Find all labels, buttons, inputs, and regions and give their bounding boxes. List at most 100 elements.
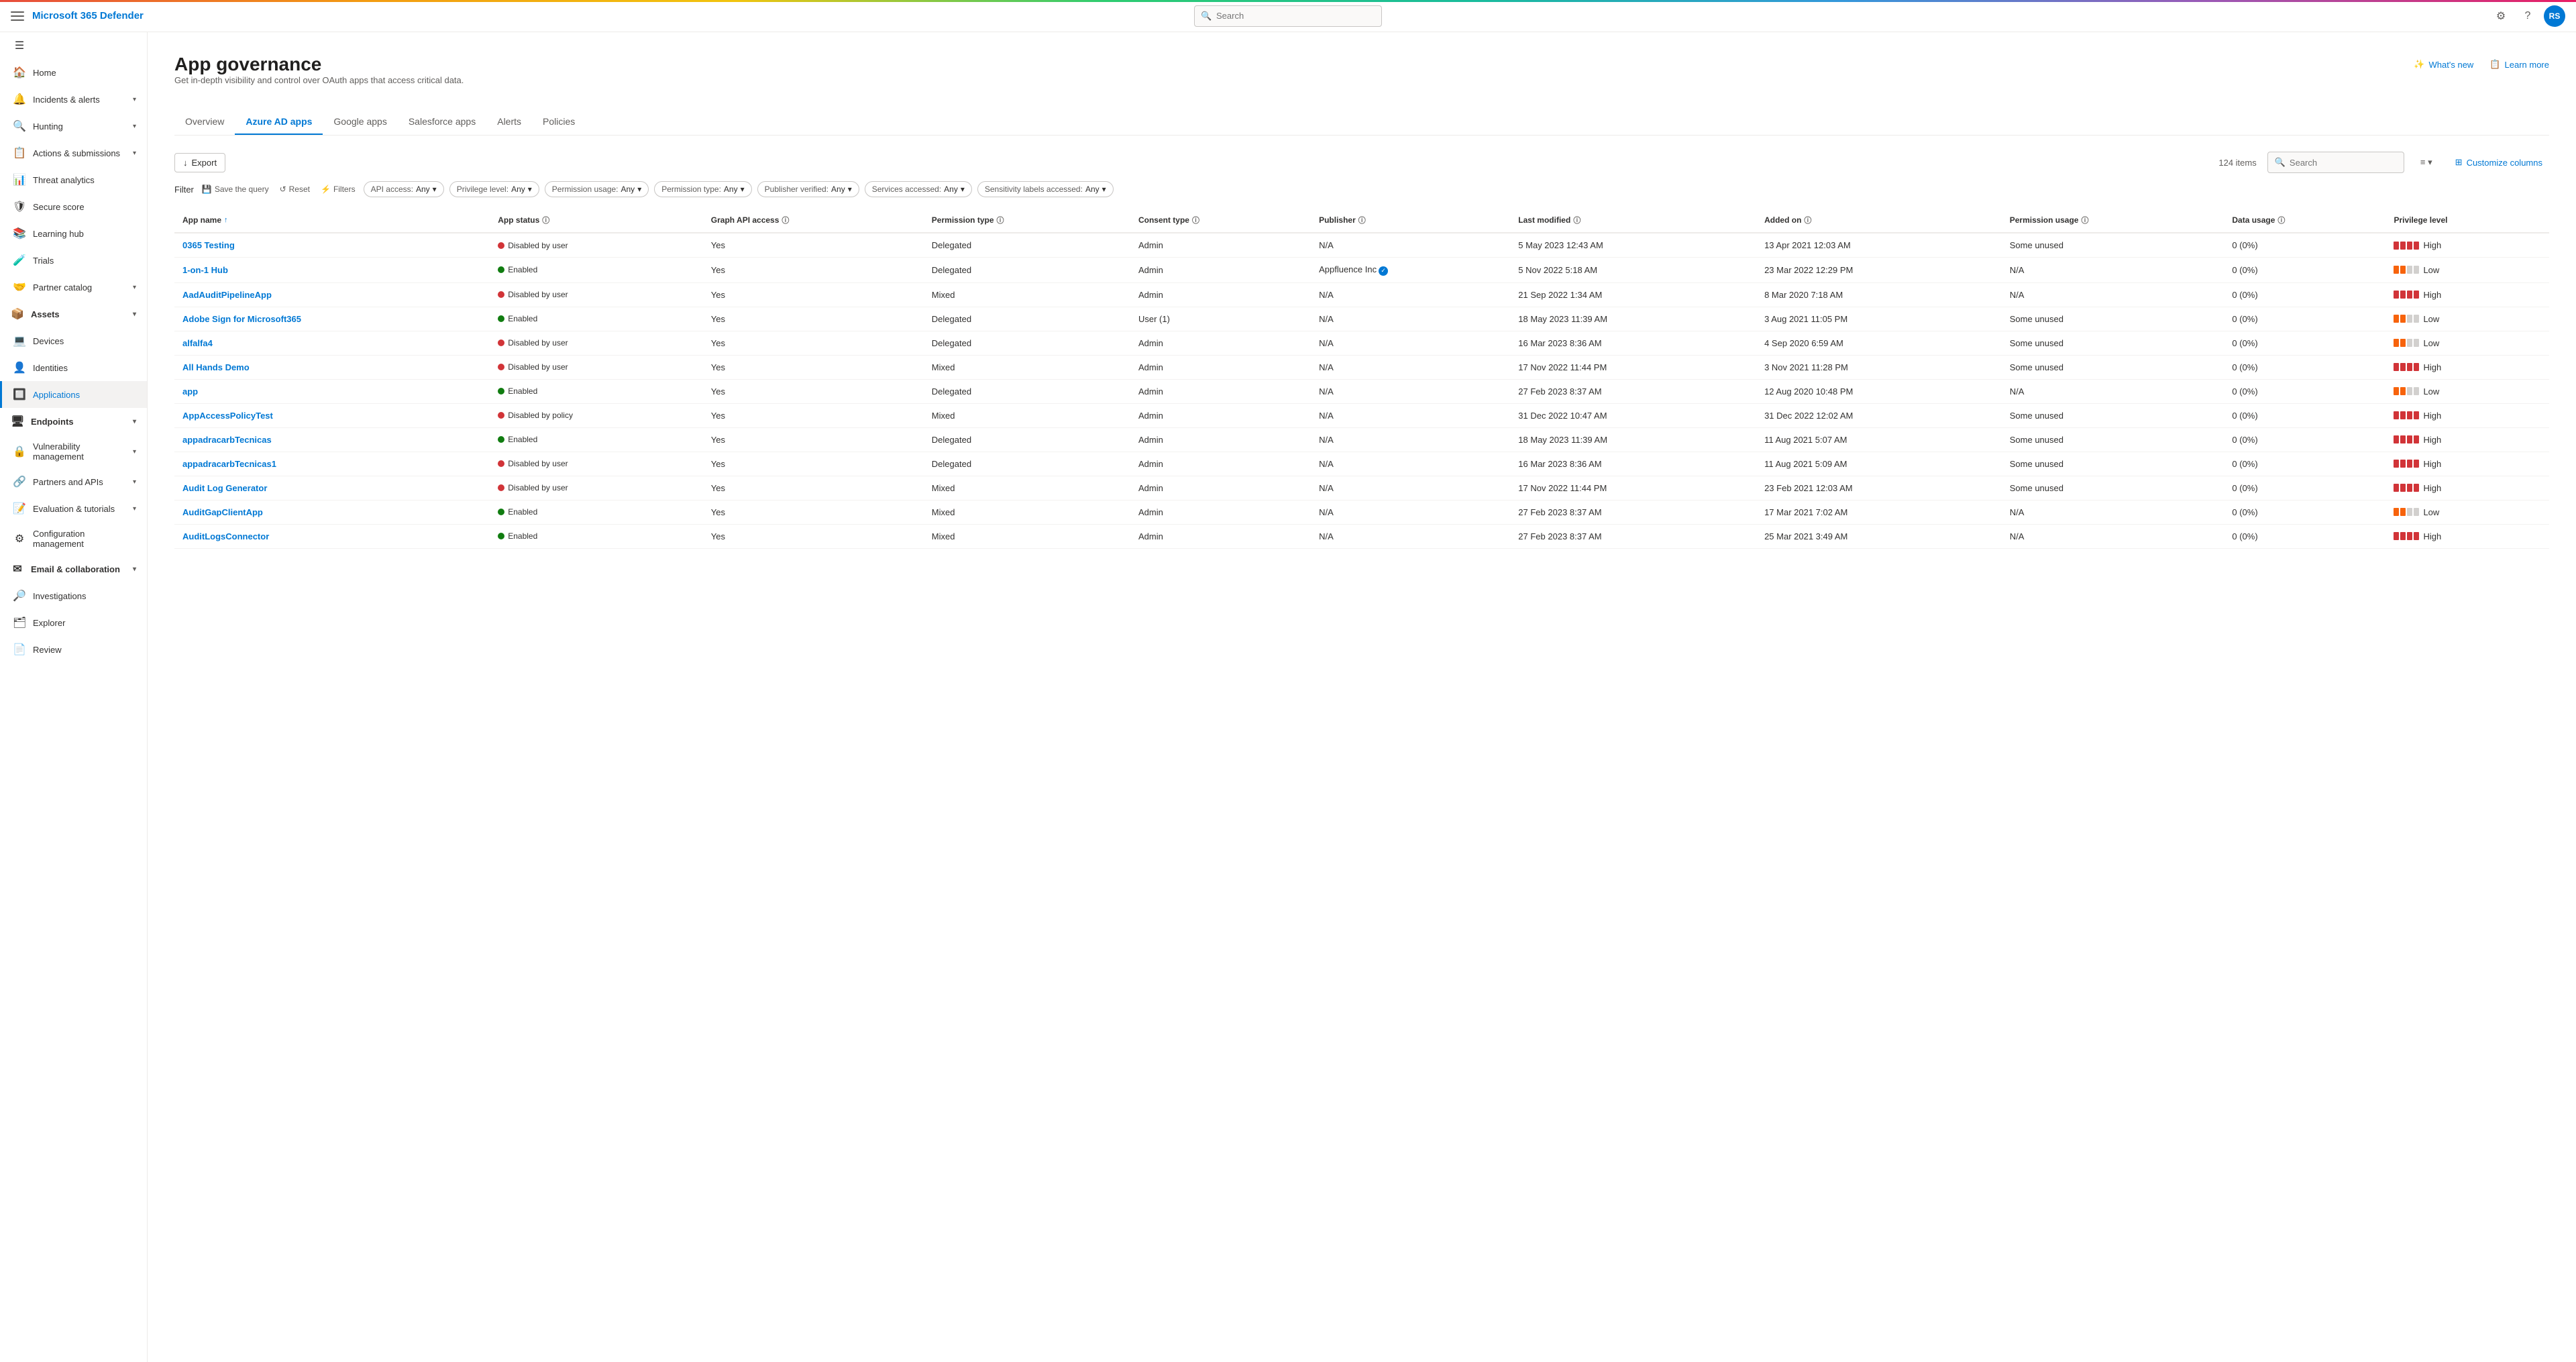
sidebar-item-review[interactable]: 📄 Review: [0, 636, 147, 663]
tab-alerts[interactable]: Alerts: [486, 109, 532, 135]
filter-api-access[interactable]: API access: Any ▾: [364, 181, 444, 197]
cell-perm-type: Delegated: [924, 331, 1130, 355]
cell-publisher: N/A: [1311, 524, 1510, 548]
status-dot: [498, 339, 504, 346]
filter-privilege-level[interactable]: Privilege level: Any ▾: [449, 181, 539, 197]
cell-last-modified: 17 Nov 2022 11:44 PM: [1510, 476, 1756, 500]
review-icon: 📄: [13, 643, 26, 656]
sidebar-item-investigations[interactable]: 🔎 Investigations: [0, 582, 147, 609]
filter-sensitivity-labels[interactable]: Sensitivity labels accessed: Any ▾: [977, 181, 1114, 197]
filter-services-accessed[interactable]: Services accessed: Any ▾: [865, 181, 972, 197]
cell-app-name[interactable]: appadracarbTecnicas1: [174, 452, 490, 476]
cell-app-name[interactable]: AadAuditPipelineApp: [174, 282, 490, 307]
bar-4: [2414, 339, 2419, 347]
reset-icon: ↺: [280, 185, 286, 194]
filters-button[interactable]: ⚡ Filters: [318, 183, 358, 195]
cell-perm-type: Mixed: [924, 476, 1130, 500]
tab-policies[interactable]: Policies: [532, 109, 586, 135]
tab-google-apps[interactable]: Google apps: [323, 109, 397, 135]
table-row: app Enabled Yes Delegated Admin N/A 27 F…: [174, 379, 2549, 403]
topbar-search-input[interactable]: [1194, 5, 1382, 27]
filter-permission-type[interactable]: Permission type: Any ▾: [654, 181, 751, 197]
cell-app-name[interactable]: AuditLogsConnector: [174, 524, 490, 548]
cell-app-name[interactable]: Adobe Sign for Microsoft365: [174, 307, 490, 331]
sidebar-item-config-mgmt[interactable]: ⚙ Configuration management: [0, 522, 147, 556]
cell-app-name[interactable]: AppAccessPolicyTest: [174, 403, 490, 427]
customize-columns-button[interactable]: ⊞ Customize columns: [2449, 153, 2549, 172]
col-header-permission-type[interactable]: Permission type ⓘ: [924, 208, 1130, 233]
sidebar-item-secure[interactable]: 🛡 Secure score: [0, 193, 147, 220]
filter-publisher-verified[interactable]: Publisher verified: Any ▾: [757, 181, 859, 197]
avatar[interactable]: RS: [2544, 5, 2565, 27]
whats-new-link[interactable]: ✨ What's new: [2414, 59, 2473, 70]
tab-azure-ad-apps[interactable]: Azure AD apps: [235, 109, 323, 135]
cell-app-name[interactable]: AuditGapClientApp: [174, 500, 490, 524]
cell-added-on: 11 Aug 2021 5:07 AM: [1756, 427, 2002, 452]
cell-app-name[interactable]: 1-on-1 Hub: [174, 258, 490, 283]
cell-privilege: Low: [2385, 307, 2549, 331]
sidebar-item-applications[interactable]: 🔲 Applications: [0, 381, 147, 408]
col-header-publisher[interactable]: Publisher ⓘ: [1311, 208, 1510, 233]
col-header-added-on[interactable]: Added on ⓘ: [1756, 208, 2002, 233]
col-header-app-name[interactable]: App name ↑: [174, 208, 490, 233]
cell-app-name[interactable]: Audit Log Generator: [174, 476, 490, 500]
cell-last-modified: 5 Nov 2022 5:18 AM: [1510, 258, 1756, 283]
tab-overview[interactable]: Overview: [174, 109, 235, 135]
sidebar-section-assets[interactable]: 📦 Assets ▾: [0, 301, 147, 327]
page-title: App governance: [174, 54, 464, 75]
status-label: Enabled: [508, 531, 537, 541]
sidebar-item-actions[interactable]: 📋 Actions & submissions ▾: [0, 140, 147, 166]
col-header-graph-api[interactable]: Graph API access ⓘ: [703, 208, 924, 233]
col-header-data-usage[interactable]: Data usage ⓘ: [2224, 208, 2385, 233]
filter-permission-usage[interactable]: Permission usage: Any ▾: [545, 181, 649, 197]
sidebar-item-threat[interactable]: 📊 Threat analytics: [0, 166, 147, 193]
status-dot: [498, 509, 504, 515]
col-header-consent-type[interactable]: Consent type ⓘ: [1130, 208, 1311, 233]
sidebar-item-incidents[interactable]: 🔔 Incidents & alerts ▾: [0, 86, 147, 113]
reset-button[interactable]: ↺ Reset: [277, 183, 313, 195]
filter-sort-button[interactable]: ≡ ▾: [2415, 154, 2438, 170]
sidebar-item-partners-apis[interactable]: 🔗 Partners and APIs ▾: [0, 468, 147, 495]
search-input[interactable]: [2290, 158, 2397, 168]
sidebar-item-explorer[interactable]: 🗂 Explorer: [0, 609, 147, 636]
cell-graph-api: Yes: [703, 331, 924, 355]
sidebar-item-home[interactable]: 🏠 Home: [0, 59, 147, 86]
sidebar-section-endpoints[interactable]: 🖥 Endpoints ▾: [0, 408, 147, 435]
sidebar-item-trials[interactable]: 🧪 Trials: [0, 247, 147, 274]
topbar-search-container: 🔍: [1194, 5, 1382, 27]
sidebar-item-identities[interactable]: 👤 Identities: [0, 354, 147, 381]
sidebar-item-hunting[interactable]: 🔍 Hunting ▾: [0, 113, 147, 140]
sidebar-section-email[interactable]: ✉ Email & collaboration ▾: [0, 556, 147, 582]
chevron-hunting: ▾: [133, 123, 136, 130]
cell-app-name[interactable]: appadracarbTecnicas: [174, 427, 490, 452]
col-header-permission-usage[interactable]: Permission usage ⓘ: [2002, 208, 2224, 233]
sidebar-collapse-toggle[interactable]: ☰: [0, 32, 147, 59]
learn-more-link[interactable]: 📋 Learn more: [2489, 59, 2549, 70]
cell-app-name[interactable]: alfalfa4: [174, 331, 490, 355]
save-query-button[interactable]: 💾 Save the query: [199, 183, 272, 195]
cell-publisher: N/A: [1311, 379, 1510, 403]
sidebar-item-learning[interactable]: 📚 Learning hub: [0, 220, 147, 247]
col-header-last-modified[interactable]: Last modified ⓘ: [1510, 208, 1756, 233]
settings-button[interactable]: ⚙: [2490, 5, 2512, 27]
bar-1: [2394, 339, 2399, 347]
sidebar-item-evaluation[interactable]: 📝 Evaluation & tutorials ▾: [0, 495, 147, 522]
threat-icon: 📊: [13, 173, 26, 187]
tab-salesforce-apps[interactable]: Salesforce apps: [398, 109, 486, 135]
learning-icon: 📚: [13, 227, 26, 240]
cell-app-name[interactable]: All Hands Demo: [174, 355, 490, 379]
export-button[interactable]: ↓ Export: [174, 153, 225, 172]
cell-app-name[interactable]: 0365 Testing: [174, 233, 490, 258]
cell-perm-usage: Some unused: [2002, 331, 2224, 355]
status-dot: [498, 412, 504, 419]
bar-2: [2400, 411, 2406, 419]
sidebar-item-vulnerability[interactable]: 🔒 Vulnerability management ▾: [0, 435, 147, 468]
help-button[interactable]: ?: [2517, 5, 2538, 27]
hamburger-menu[interactable]: [11, 11, 24, 21]
col-header-privilege-level[interactable]: Privilege level: [2385, 208, 2549, 233]
sidebar-item-partner[interactable]: 🤝 Partner catalog ▾: [0, 274, 147, 301]
cell-app-name[interactable]: app: [174, 379, 490, 403]
chevron-incidents: ▾: [133, 96, 136, 103]
col-header-app-status[interactable]: App status ⓘ: [490, 208, 703, 233]
sidebar-item-devices[interactable]: 💻 Devices: [0, 327, 147, 354]
